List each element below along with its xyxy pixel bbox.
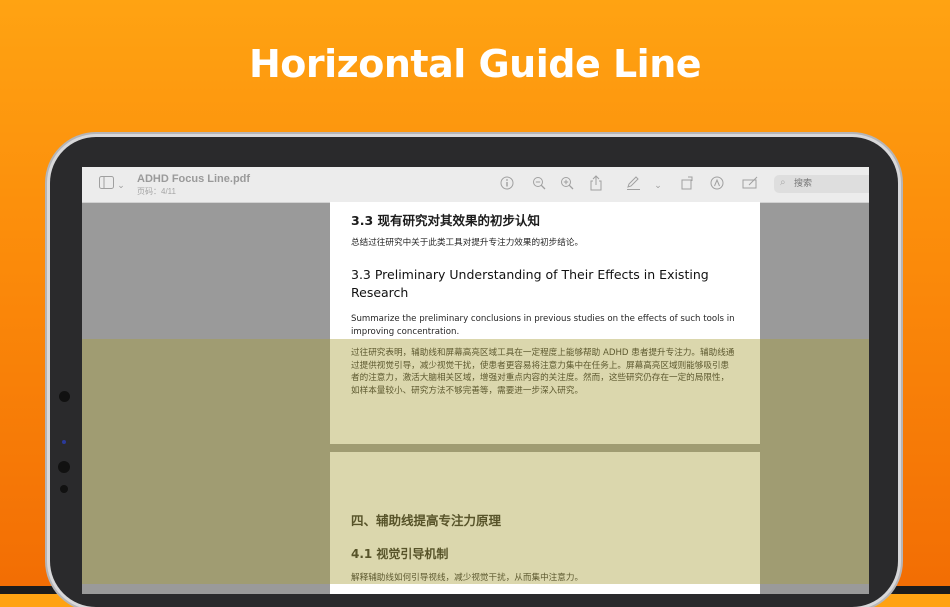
annotate-icon[interactable]	[709, 176, 725, 194]
subsection-heading: 4.1 视觉引导机制	[351, 547, 449, 561]
page-indicator: 页码：4/11	[137, 187, 176, 196]
rotate-icon[interactable]	[679, 176, 695, 194]
document-title: ADHD Focus Line.pdf	[137, 173, 251, 185]
body-paragraph-cn: 解释辅助线如何引导视线，减少视觉干扰，从而集中注意力。	[351, 573, 584, 583]
summary-cn: 总结过往研究中关于此类工具对提升专注力效果的初步结论。	[351, 238, 584, 248]
sensor-icon	[62, 440, 66, 444]
camera-icon	[59, 391, 70, 402]
search-icon: ⌕	[780, 177, 786, 188]
redact-icon[interactable]	[741, 176, 759, 194]
camera-icon	[60, 485, 68, 493]
chevron-down-icon[interactable]: ⌄	[653, 177, 663, 193]
info-icon[interactable]	[499, 176, 515, 194]
app-screen: ⌄ ADHD Focus Line.pdf 页码：4/11 ⌄ ⌕ 搜索 3.3…	[82, 167, 869, 594]
sidebar-toggle-icon[interactable]	[98, 176, 114, 192]
markup-pen-icon[interactable]	[625, 176, 641, 194]
camera-icon	[58, 461, 70, 473]
section-heading-cn: 3.3 现有研究对其效果的初步认知	[351, 213, 540, 228]
document-page: 四、辅助线提高专注力原理 4.1 视觉引导机制 解释辅助线如何引导视线，减少视觉…	[330, 452, 760, 594]
search-input[interactable]	[794, 177, 864, 191]
chapter-heading: 四、辅助线提高专注力原理	[351, 513, 502, 528]
section-heading-en: 3.3 Preliminary Understanding of Their E…	[351, 267, 709, 300]
body-paragraph-cn: 过往研究表明，辅助线和屏幕高亮区域工具在一定程度上能够帮助 ADHD 患者提升专…	[351, 348, 735, 396]
toolbar: ⌄ ADHD Focus Line.pdf 页码：4/11 ⌄ ⌕	[82, 167, 869, 203]
share-icon[interactable]	[588, 175, 604, 195]
search-field[interactable]: ⌕	[774, 175, 869, 193]
headline: Horizontal Guide Line	[248, 42, 702, 86]
chevron-down-icon[interactable]: ⌄	[116, 177, 126, 193]
zoom-in-icon[interactable]	[559, 176, 575, 194]
zoom-out-icon[interactable]	[531, 176, 547, 194]
document-page: 3.3 现有研究对其效果的初步认知 总结过往研究中关于此类工具对提升专注力效果的…	[330, 202, 760, 444]
summary-en: Summarize the preliminary conclusions in…	[351, 314, 735, 337]
